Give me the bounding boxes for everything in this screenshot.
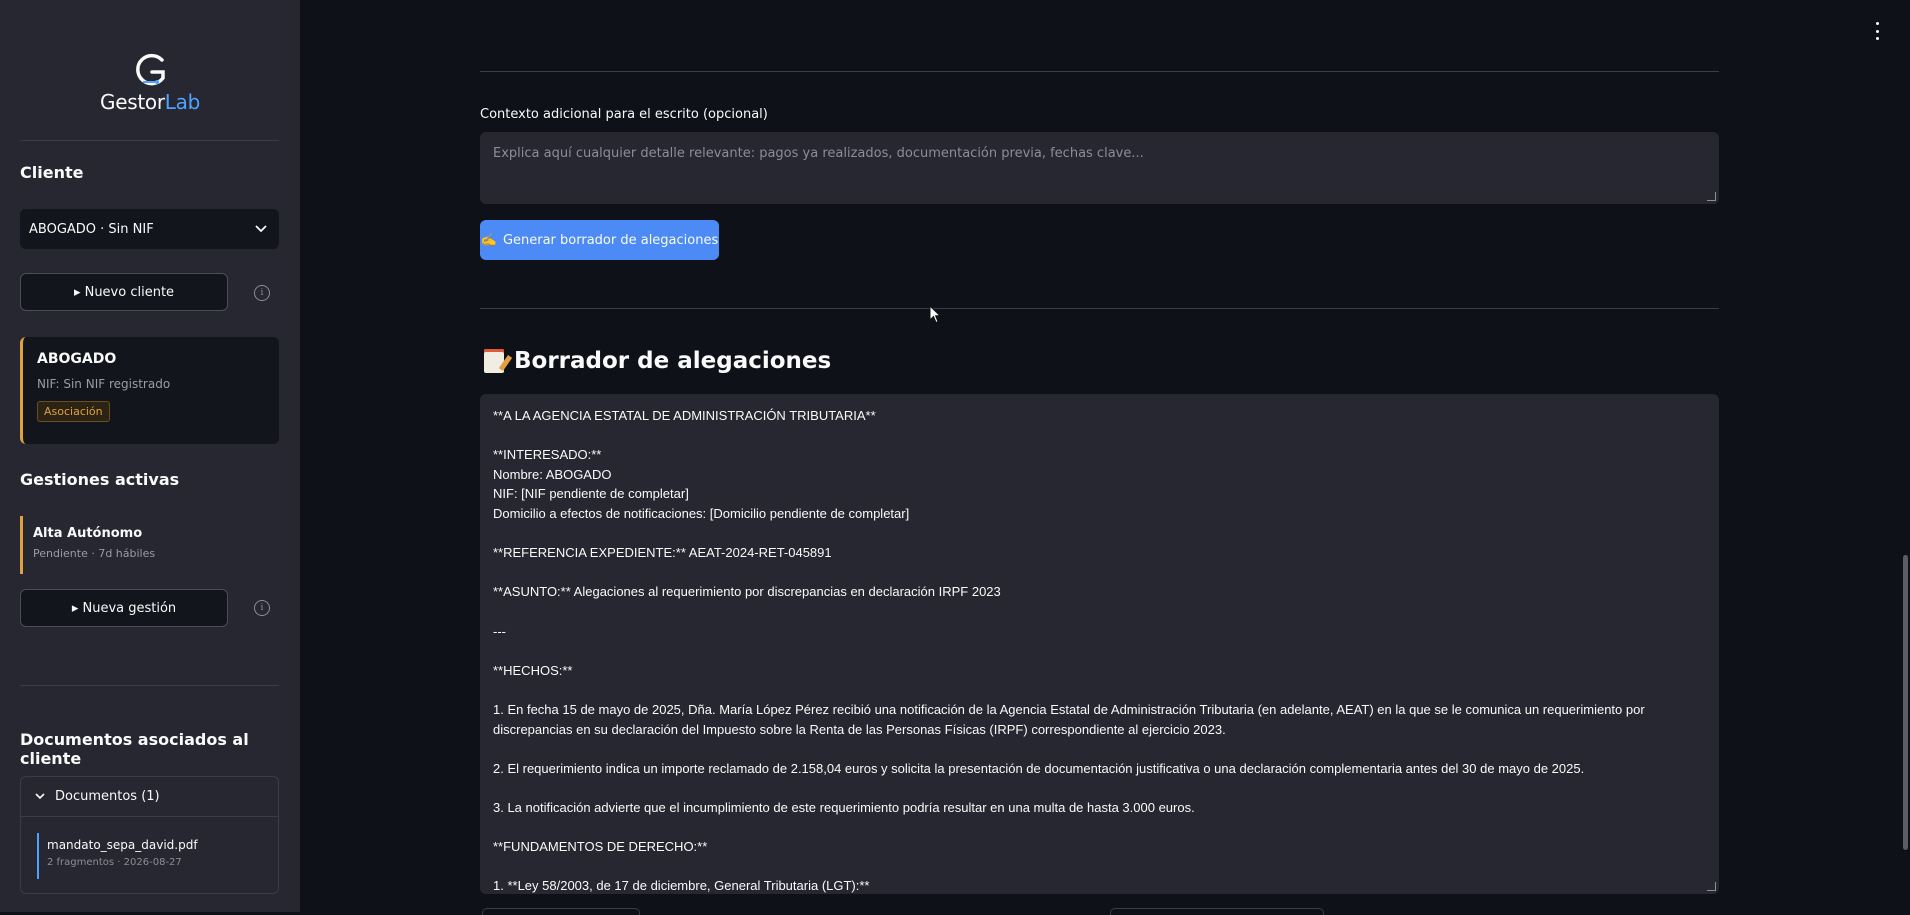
draft-line: **A LA AGENCIA ESTATAL DE ADMINISTRACIÓN… bbox=[493, 408, 876, 423]
draft-line bbox=[493, 426, 1706, 446]
resize-handle-icon[interactable] bbox=[1707, 192, 1716, 201]
draft-textarea[interactable]: **A LA AGENCIA ESTATAL DE ADMINISTRACIÓN… bbox=[480, 394, 1719, 894]
document-item[interactable]: mandato_sepa_david.pdf 2 fragmentos · 20… bbox=[37, 833, 263, 879]
draft-line: **HECHOS:** bbox=[493, 662, 573, 678]
writing-hand-icon: ✍️ bbox=[480, 232, 497, 248]
draft-line: **REFERENCIA EXPEDIENTE:** AEAT-2024-RET… bbox=[493, 545, 832, 561]
logo-g-icon bbox=[136, 53, 165, 86]
draft-line bbox=[493, 680, 1706, 700]
draft-line bbox=[493, 602, 1706, 622]
context-placeholder: Explica aquí cualquier detalle relevante… bbox=[493, 146, 1144, 161]
client-select-value: ABOGADO · Sin NIF bbox=[29, 221, 154, 237]
section-divider bbox=[480, 71, 1719, 72]
nueva-gestion-label: ▸ Nueva gestión bbox=[71, 600, 177, 616]
generate-draft-button[interactable]: ✍️ Generar borrador de alegaciones bbox=[480, 220, 719, 260]
gestion-item[interactable]: Alta Autónomo Pendiente · 7d hábiles bbox=[20, 516, 279, 574]
nuevo-cliente-label: ▸ Nuevo cliente bbox=[73, 284, 175, 300]
info-icon[interactable]: i bbox=[254, 285, 270, 301]
resize-handle-icon[interactable] bbox=[1707, 882, 1716, 891]
sidebar-divider bbox=[20, 685, 279, 686]
draft-line: 3. La notificación advierte que el incum… bbox=[493, 799, 1195, 815]
draft-line bbox=[493, 563, 1706, 583]
nuevo-cliente-button[interactable]: ▸ Nuevo cliente bbox=[20, 273, 228, 311]
draft-title: Borrador de alegaciones bbox=[514, 348, 832, 374]
draft-line bbox=[493, 817, 1706, 837]
documentos-expander: Documentos (1) mandato_sepa_david.pdf 2 … bbox=[20, 776, 279, 894]
client-select[interactable]: ABOGADO · Sin NIF bbox=[20, 209, 279, 249]
draft-line: 1. **Ley 58/2003, de 17 de diciembre, Ge… bbox=[493, 878, 870, 894]
gestion-status: Pendiente · 7d hábiles bbox=[33, 547, 156, 560]
client-name: ABOGADO bbox=[37, 351, 117, 367]
draft-line bbox=[493, 857, 1706, 877]
client-nif: NIF: Sin NIF registrado bbox=[37, 377, 171, 391]
documentos-heading: Documentos asociados al cliente bbox=[20, 730, 249, 768]
page-scrollbar[interactable] bbox=[1903, 555, 1908, 850]
draft-content: **A LA AGENCIA ESTATAL DE ADMINISTRACIÓN… bbox=[493, 406, 1706, 894]
draft-line: NIF: [NIF pendiente de completar] bbox=[493, 486, 689, 502]
sidebar-divider bbox=[20, 140, 279, 141]
documentos-expander-label: Documentos (1) bbox=[55, 789, 160, 804]
mouse-cursor-icon bbox=[929, 305, 941, 324]
client-type-badge: Asociación bbox=[37, 401, 110, 422]
gestorlab-logo: GestorLab bbox=[95, 52, 205, 114]
draft-line: Nombre: ABOGADO bbox=[493, 466, 612, 482]
context-textarea[interactable]: Explica aquí cualquier detalle relevante… bbox=[480, 132, 1719, 204]
logo-text: GestorLab bbox=[100, 90, 200, 114]
documentos-expander-header[interactable]: Documentos (1) bbox=[21, 777, 278, 817]
draft-line: **ASUNTO:** Alegaciones al requerimiento… bbox=[493, 584, 1001, 600]
draft-line: 2. El requerimiento indica un importe re… bbox=[493, 760, 1585, 776]
document-meta: 2 fragmentos · 2026-08-27 bbox=[47, 857, 182, 868]
draft-line: **INTERESADO:** bbox=[493, 447, 602, 463]
memo-icon bbox=[484, 349, 504, 373]
document-name: mandato_sepa_david.pdf bbox=[47, 838, 198, 852]
draft-line: Domicilio a efectos de notificaciones: [… bbox=[493, 505, 910, 521]
context-label: Contexto adicional para el escrito (opci… bbox=[480, 107, 768, 122]
chevron-down-icon bbox=[255, 225, 267, 233]
gestiones-heading: Gestiones activas bbox=[20, 470, 180, 489]
draft-line: 1. En fecha 15 de mayo de 2025, Dña. Mar… bbox=[493, 701, 1645, 717]
cliente-heading: Cliente bbox=[20, 163, 84, 182]
draft-line bbox=[493, 778, 1706, 798]
draft-heading: Borrador de alegaciones bbox=[484, 348, 831, 374]
section-divider bbox=[480, 308, 1719, 309]
draft-line: --- bbox=[493, 623, 506, 639]
draft-line bbox=[493, 524, 1706, 544]
draft-line bbox=[493, 641, 1706, 661]
draft-line: discrepancias en su declaración del Impu… bbox=[493, 721, 1226, 737]
client-card: ABOGADO NIF: Sin NIF registrado Asociaci… bbox=[20, 337, 279, 444]
generate-draft-label: Generar borrador de alegaciones bbox=[502, 232, 719, 248]
nueva-gestion-button[interactable]: ▸ Nueva gestión bbox=[20, 589, 228, 627]
kebab-menu-icon[interactable] bbox=[1871, 22, 1883, 40]
draft-line: **FUNDAMENTOS DE DERECHO:** bbox=[493, 839, 708, 855]
chevron-down-icon bbox=[35, 793, 45, 800]
draft-line bbox=[493, 739, 1706, 759]
info-icon[interactable]: i bbox=[254, 600, 270, 616]
sidebar: GestorLab Cliente ABOGADO · Sin NIF ▸ Nu… bbox=[0, 0, 300, 912]
gestion-title: Alta Autónomo bbox=[33, 526, 143, 541]
